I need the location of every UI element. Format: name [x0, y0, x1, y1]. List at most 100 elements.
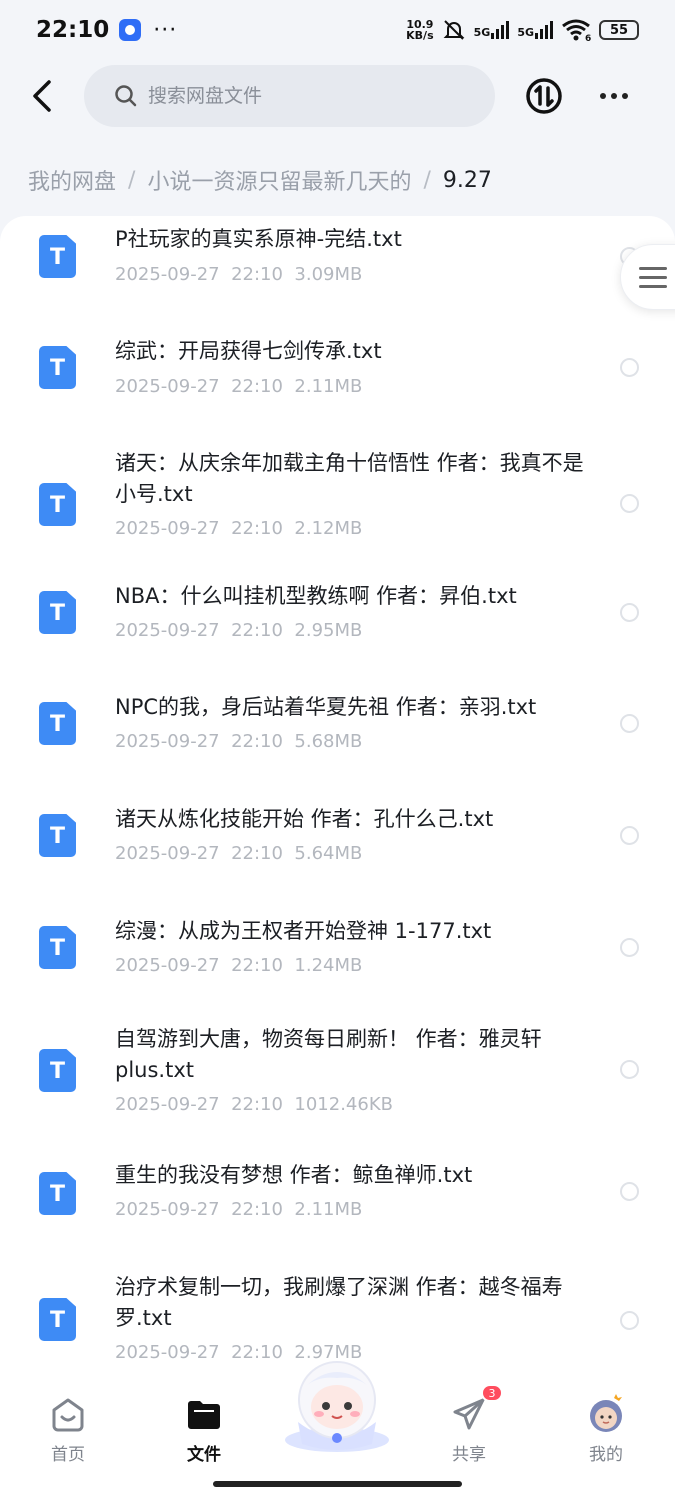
- home-indicator: [213, 1481, 462, 1487]
- chevron-left-icon: [33, 80, 51, 112]
- breadcrumb-item-folder[interactable]: 小说一资源只留最新几天的: [147, 164, 411, 196]
- txt-file-icon: T: [39, 702, 76, 745]
- file-date: 2025-09-27: [115, 1199, 220, 1220]
- file-row[interactable]: T 诸天从炼化技能开始 作者：孔什么己.txt 2025-09-27 22:10…: [0, 788, 675, 900]
- txt-file-icon: T: [39, 926, 76, 969]
- file-date: 2025-09-27: [115, 376, 220, 397]
- file-date: 2025-09-27: [115, 843, 220, 864]
- nav-home[interactable]: 首页: [23, 1394, 113, 1465]
- search-bar[interactable]: [84, 65, 495, 127]
- file-date: 2025-09-27: [115, 620, 220, 641]
- app-notification-icon: [119, 19, 142, 41]
- file-name: 重生的我没有梦想 作者：鲸鱼禅师.txt: [115, 1163, 473, 1187]
- nav-files-label: 文件: [187, 1445, 221, 1465]
- more-notifications-icon: ···: [153, 17, 178, 43]
- file-date: 2025-09-27: [115, 518, 220, 539]
- file-size: 3.09MB: [294, 264, 363, 285]
- file-time: 22:10: [231, 620, 283, 641]
- mascot-icon: [285, 1361, 389, 1452]
- file-meta: 2025-09-27 22:10 5.68MB: [115, 731, 362, 752]
- file-meta: 2025-09-27 22:10 3.09MB: [115, 264, 362, 285]
- txt-file-icon: T: [39, 346, 76, 389]
- send-icon: [453, 1398, 485, 1430]
- breadcrumb-item-root[interactable]: 我的网盘: [28, 164, 116, 196]
- send-icon-wrapper: 3: [449, 1384, 503, 1434]
- file-row[interactable]: T NBA：什么叫挂机型教练啊 作者：昇伯.txt 2025-09-27 22:…: [0, 566, 675, 676]
- file-time: 22:10: [231, 518, 283, 539]
- nav-profile-label: 我的: [589, 1445, 623, 1465]
- ai-assistant-mascot-button[interactable]: [276, 1352, 398, 1452]
- nav-profile[interactable]: 我的: [561, 1394, 651, 1465]
- file-meta: 2025-09-27 22:10 2.95MB: [115, 620, 362, 641]
- file-time: 22:10: [231, 1094, 283, 1115]
- avatar-icon: [590, 1394, 622, 1432]
- more-options-button[interactable]: [594, 78, 634, 114]
- file-row[interactable]: T 诸天：从庆余年加载主角十倍悟性 作者：我真不是小号.txt 2025-09-…: [0, 426, 675, 566]
- signal-1-label: 5G: [473, 26, 491, 39]
- status-bar: 22:10 ··· 10.9 KB/s 5G 5G 6 55: [0, 0, 675, 60]
- file-row[interactable]: T NPC的我，身后站着华夏先祖 作者：亲羽.txt 2025-09-27 22…: [0, 676, 675, 788]
- file-time: 22:10: [231, 843, 283, 864]
- select-checkbox[interactable]: [620, 938, 639, 957]
- file-meta: 2025-09-27 22:10 2.11MB: [115, 1199, 362, 1220]
- nav-share-label: 共享: [452, 1445, 486, 1465]
- breadcrumb-separator: /: [423, 167, 431, 193]
- file-name: 自驾游到大唐，物资每日刷新！ 作者：雅灵轩plus.txt: [115, 1027, 542, 1082]
- file-meta: 2025-09-27 22:10 1.24MB: [115, 955, 362, 976]
- select-checkbox[interactable]: [620, 358, 639, 377]
- select-checkbox[interactable]: [620, 1182, 639, 1201]
- search-icon: [115, 85, 137, 107]
- wifi-level: 6: [585, 34, 591, 41]
- select-checkbox[interactable]: [620, 1311, 639, 1330]
- file-meta: 2025-09-27 22:10 2.11MB: [115, 376, 362, 397]
- select-checkbox[interactable]: [620, 826, 639, 845]
- file-time: 22:10: [231, 1199, 283, 1220]
- select-checkbox[interactable]: [620, 494, 639, 513]
- txt-file-icon: T: [39, 1172, 76, 1215]
- file-row[interactable]: T P社玩家的真实系原神-完结.txt 2025-09-27 22:10 3.0…: [0, 216, 675, 316]
- menu-line-icon: [639, 266, 667, 270]
- file-row[interactable]: T 综漫：从成为王权者开始登神 1-177.txt 2025-09-27 22:…: [0, 900, 675, 1012]
- txt-file-icon: T: [39, 1049, 76, 1092]
- home-icon: [52, 1398, 84, 1432]
- file-date: 2025-09-27: [115, 1342, 220, 1363]
- signal-bars-icon: [535, 21, 553, 39]
- transfer-arrows-icon: [526, 78, 562, 114]
- select-checkbox[interactable]: [620, 603, 639, 622]
- file-name: 诸天从炼化技能开始 作者：孔什么己.txt: [115, 807, 494, 831]
- menu-line-icon: [639, 284, 667, 288]
- back-button[interactable]: [22, 74, 62, 118]
- transfer-button[interactable]: [524, 76, 564, 116]
- file-size: 5.68MB: [294, 731, 363, 752]
- file-name: P社玩家的真实系原神-完结.txt: [115, 227, 402, 251]
- nav-home-label: 首页: [51, 1445, 85, 1465]
- file-name: 综漫：从成为王权者开始登神 1-177.txt: [115, 919, 492, 943]
- txt-file-icon: T: [39, 483, 76, 526]
- signal-1: 5G: [474, 21, 510, 39]
- file-date: 2025-09-27: [115, 731, 220, 752]
- folder-icon: [188, 1401, 220, 1429]
- file-row[interactable]: T 重生的我没有梦想 作者：鲸鱼禅师.txt 2025-09-27 22:10 …: [0, 1152, 675, 1258]
- search-input[interactable]: [148, 85, 448, 107]
- dot-icon: [622, 93, 628, 99]
- file-row[interactable]: T 综武：开局获得七剑传承.txt 2025-09-27 22:10 2.11M…: [0, 316, 675, 426]
- nav-share[interactable]: 3 共享: [424, 1384, 514, 1465]
- nav-files[interactable]: 文件: [159, 1394, 249, 1465]
- share-badge: 3: [481, 1384, 503, 1402]
- file-name: 综武：开局获得七剑传承.txt: [115, 339, 382, 363]
- file-time: 22:10: [231, 264, 283, 285]
- signal-bars-icon: [491, 21, 510, 39]
- file-list: T P社玩家的真实系原神-完结.txt 2025-09-27 22:10 3.0…: [0, 216, 675, 1386]
- file-row[interactable]: T 自驾游到大唐，物资每日刷新！ 作者：雅灵轩plus.txt 2025-09-…: [0, 1012, 675, 1152]
- file-name: NPC的我，身后站着华夏先祖 作者：亲羽.txt: [115, 695, 537, 719]
- file-date: 2025-09-27: [115, 1094, 220, 1115]
- file-size: 2.11MB: [294, 1199, 363, 1220]
- file-time: 22:10: [231, 376, 283, 397]
- battery-indicator: 55: [599, 20, 639, 40]
- network-speed-unit: KB/s: [406, 29, 434, 42]
- select-checkbox[interactable]: [620, 714, 639, 733]
- select-checkbox[interactable]: [620, 1060, 639, 1079]
- menu-line-icon: [639, 275, 667, 279]
- signal-2-label: 5G: [517, 26, 534, 39]
- file-size: 5.64MB: [294, 843, 363, 864]
